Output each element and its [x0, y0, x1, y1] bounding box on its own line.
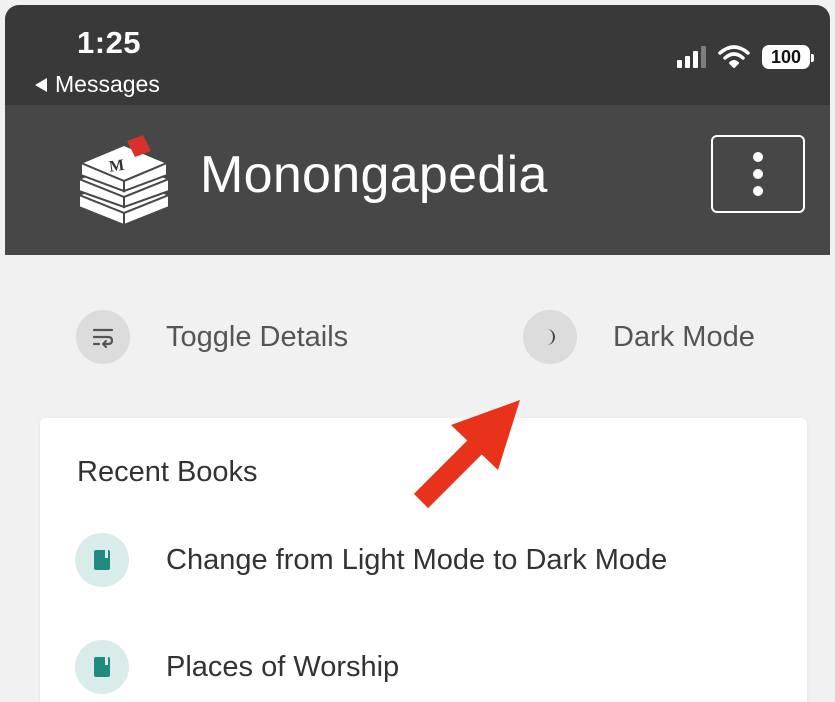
app-screen: 1:25 Messages 100 M Monongapedia Toggle …	[0, 0, 835, 702]
svg-text:M: M	[108, 157, 125, 176]
back-to-messages-link[interactable]: Messages	[35, 71, 160, 98]
overflow-menu-button[interactable]	[711, 135, 805, 213]
back-caret-icon	[35, 77, 47, 92]
app-title: Monongapedia	[200, 146, 548, 204]
menu-dot-icon	[753, 152, 763, 162]
list-item[interactable]: Places of Worship	[75, 640, 399, 694]
battery-icon: 100	[762, 45, 814, 69]
dark-mode-label: Dark Mode	[613, 320, 755, 353]
menu-dot-icon	[753, 186, 763, 196]
book-icon	[75, 640, 129, 694]
status-bar: 1:25 Messages 100	[5, 5, 830, 105]
moon-icon	[523, 310, 577, 364]
app-header: M Monongapedia	[5, 105, 830, 255]
annotation-arrow-icon	[413, 400, 520, 509]
list-item[interactable]: Change from Light Mode to Dark Mode	[75, 533, 667, 587]
battery-level: 100	[770, 46, 802, 67]
stacked-books-logo-icon: M	[76, 135, 172, 227]
toggle-details-label: Toggle Details	[166, 320, 349, 353]
dark-mode-button[interactable]: Dark Mode	[523, 310, 755, 364]
signal-icon	[677, 46, 706, 68]
status-icons: 100	[677, 45, 814, 69]
wrap-text-icon	[76, 310, 130, 364]
book-title: Change from Light Mode to Dark Mode	[166, 543, 668, 576]
book-title: Places of Worship	[166, 650, 400, 683]
wifi-icon	[718, 45, 750, 68]
toggle-details-button[interactable]: Toggle Details	[76, 310, 348, 364]
book-icon	[75, 533, 129, 587]
status-time: 1:25	[77, 25, 142, 60]
menu-dot-icon	[753, 169, 763, 179]
back-app-label: Messages	[55, 71, 160, 97]
recent-books-heading: Recent Books	[77, 456, 258, 488]
